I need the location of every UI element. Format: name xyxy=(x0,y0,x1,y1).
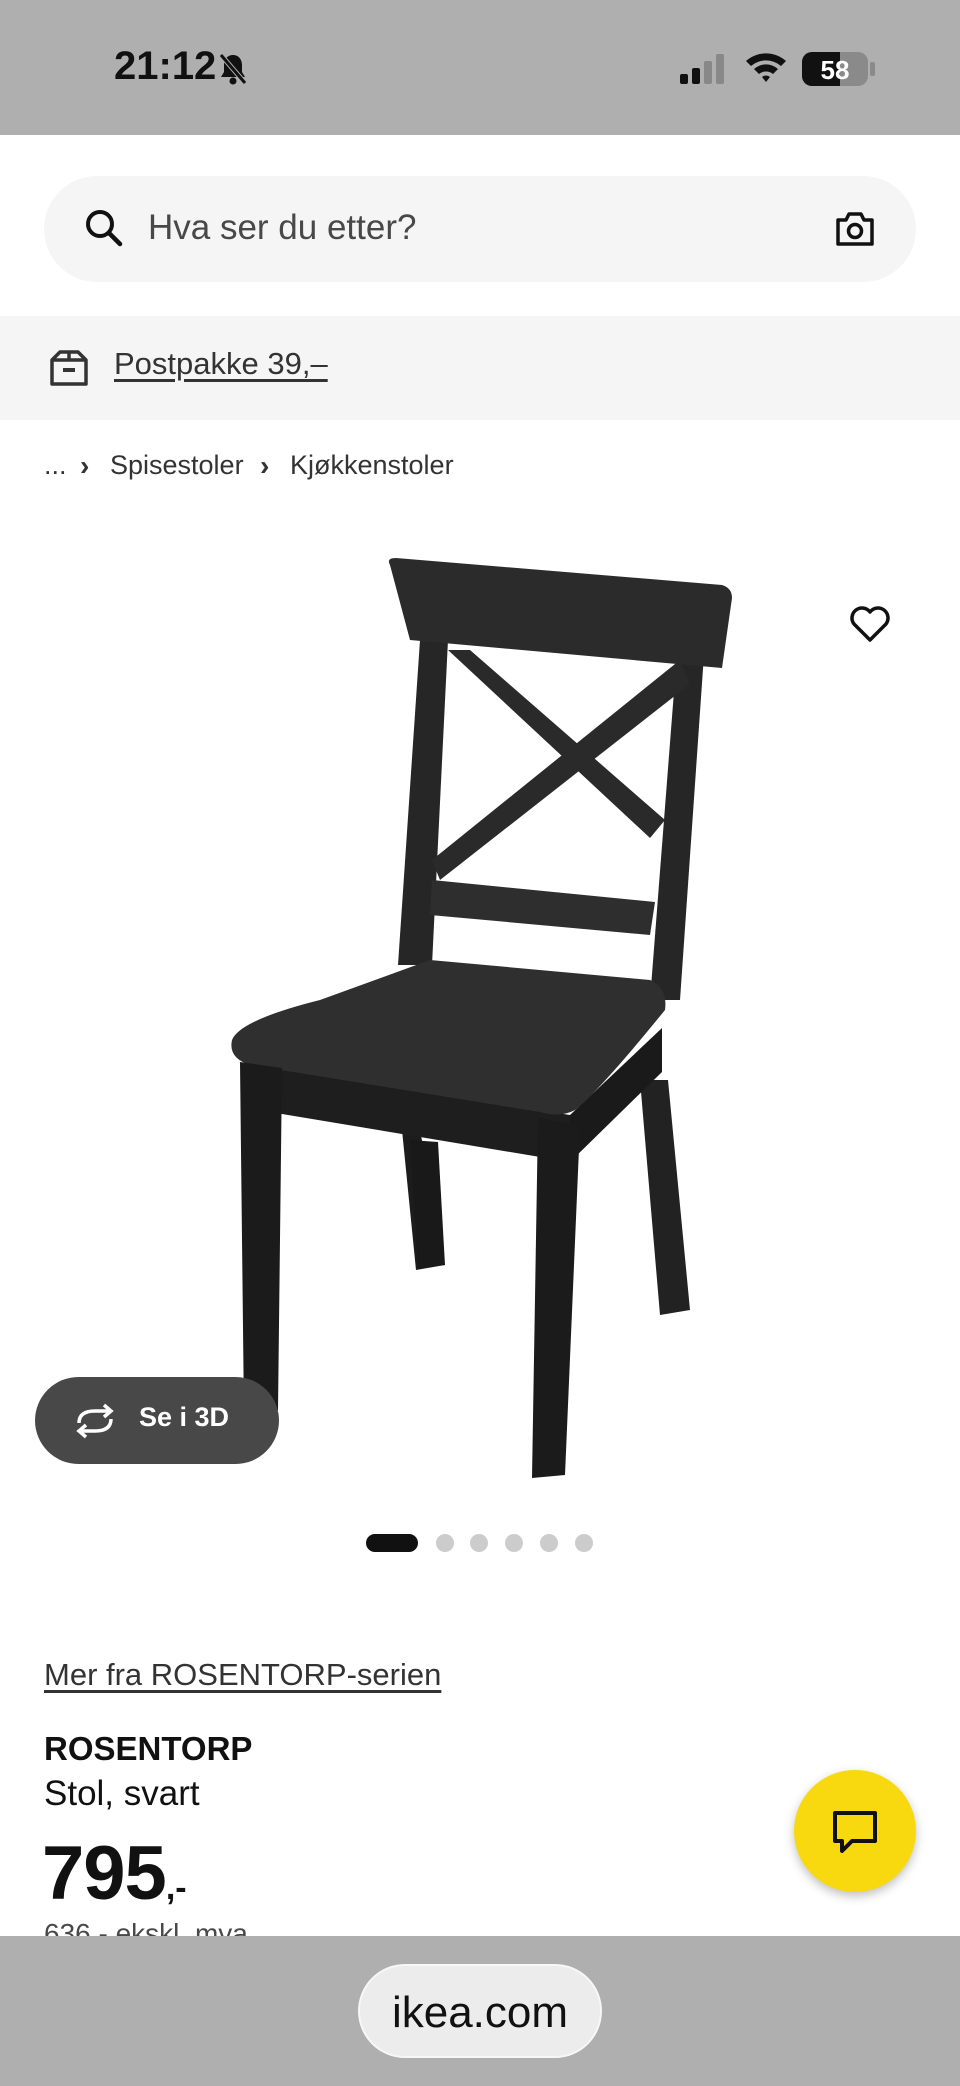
view-3d-label: Se i 3D xyxy=(139,1402,230,1432)
breadcrumb-ellipsis[interactable]: ... xyxy=(44,450,67,481)
shipping-banner: Postpakke 39,– xyxy=(0,316,960,420)
carousel-dot[interactable] xyxy=(470,1534,488,1552)
chevron-right-icon: › xyxy=(80,450,90,481)
breadcrumb-item-kjokkenstoler[interactable]: Kjøkkenstoler xyxy=(290,450,454,481)
product-name: ROSENTORP xyxy=(44,1730,253,1767)
product-price: 795,- xyxy=(42,1830,187,1917)
breadcrumb-item-spisestoler[interactable]: Spisestoler xyxy=(110,450,244,481)
rotate-3d-icon xyxy=(71,1401,119,1446)
battery-cap xyxy=(870,62,875,76)
price-value: 795 xyxy=(42,1831,167,1916)
product-image[interactable] xyxy=(200,540,760,1505)
chat-icon xyxy=(830,1808,880,1861)
price-ex-vat: 636,- ekskl. mva xyxy=(44,1918,248,1938)
browser-bar: ikea.com xyxy=(0,1936,960,2086)
product-description: Stol, svart xyxy=(44,1774,200,1813)
carousel-dot[interactable] xyxy=(436,1534,454,1552)
battery-level: 58 xyxy=(820,55,850,85)
view-3d-button[interactable]: Se i 3D xyxy=(35,1377,279,1464)
url-text: ikea.com xyxy=(391,1988,569,2037)
heart-icon[interactable] xyxy=(848,604,892,649)
status-time: 21:12 xyxy=(114,44,217,88)
signal-icon xyxy=(680,54,728,89)
wifi-icon xyxy=(744,50,788,89)
search-icon xyxy=(84,208,124,253)
carousel-dot[interactable] xyxy=(575,1534,593,1552)
parcel-icon xyxy=(48,348,90,393)
shipping-link[interactable]: Postpakke 39,– xyxy=(114,346,328,382)
series-link[interactable]: Mer fra ROSENTORP-serien xyxy=(44,1657,441,1693)
chevron-right-icon: › xyxy=(260,450,270,481)
price-suffix: ,- xyxy=(165,1869,187,1907)
bell-slash-icon xyxy=(218,52,248,91)
url-bar[interactable]: ikea.com xyxy=(358,1964,602,2058)
chat-button[interactable] xyxy=(794,1770,916,1892)
search-input[interactable]: Hva ser du etter? xyxy=(44,176,916,282)
search-placeholder: Hva ser du etter? xyxy=(148,208,417,247)
carousel-dot-active[interactable] xyxy=(366,1534,418,1552)
status-bar: 21:12 58 xyxy=(0,0,960,135)
carousel-dot[interactable] xyxy=(505,1534,523,1552)
battery-indicator: 58 xyxy=(802,52,868,86)
carousel-dot[interactable] xyxy=(540,1534,558,1552)
camera-icon[interactable] xyxy=(834,210,876,253)
